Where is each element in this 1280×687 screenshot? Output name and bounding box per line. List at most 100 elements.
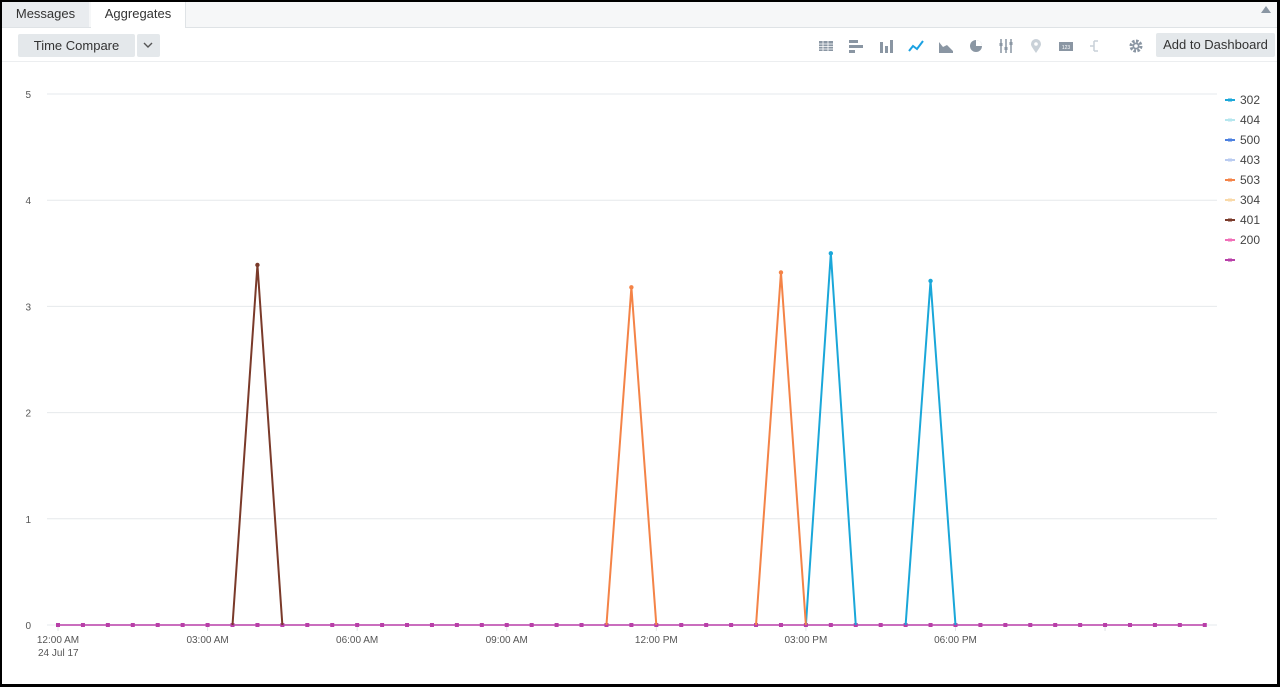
data-point-baseline — [1152, 623, 1157, 627]
area-chart-icon — [939, 42, 953, 53]
legend-item[interactable]: 304 — [1225, 193, 1260, 207]
legend-item[interactable]: 401 — [1225, 213, 1260, 227]
data-point-baseline — [1003, 623, 1008, 627]
collapse-up-icon[interactable] — [1261, 6, 1271, 13]
series-line-503 — [755, 272, 807, 626]
table-icon — [819, 41, 833, 51]
data-point-302 — [828, 251, 834, 256]
data-point-baseline — [878, 623, 883, 627]
data-point-baseline — [679, 623, 684, 627]
data-point-baseline — [1202, 623, 1207, 627]
data-point-baseline — [205, 623, 210, 627]
time-compare-button[interactable]: Time Compare — [18, 34, 135, 57]
legend-label: 304 — [1240, 193, 1260, 207]
legend-label: 302 — [1240, 93, 1260, 107]
box-plot-icon — [999, 39, 1013, 53]
legend-item[interactable]: 403 — [1225, 153, 1260, 167]
data-point-baseline — [80, 623, 85, 627]
line-chart-button[interactable] — [908, 38, 924, 54]
legend-label: 500 — [1240, 133, 1260, 147]
data-point-baseline — [255, 623, 260, 627]
data-point-503 — [629, 285, 634, 290]
data-point-baseline — [1103, 623, 1108, 627]
add-to-dashboard-button[interactable]: Add to Dashboard — [1156, 33, 1275, 57]
y-tick-label: 4 — [25, 196, 31, 207]
data-point-baseline — [429, 623, 434, 627]
series-line-503 — [605, 287, 658, 626]
column-chart-icon — [880, 40, 893, 53]
time-compare-dropdown[interactable] — [137, 34, 160, 57]
legend-item[interactable]: 404 — [1225, 113, 1260, 127]
legend-label: 503 — [1240, 173, 1260, 187]
tab-bar: Messages Aggregates — [2, 2, 1277, 28]
y-tick-label: 1 — [25, 515, 31, 526]
data-point-baseline — [405, 623, 410, 627]
column-chart-button[interactable] — [878, 38, 894, 54]
data-point-503 — [778, 270, 784, 275]
data-point-baseline — [130, 623, 135, 627]
y-tick-label: 3 — [25, 302, 31, 313]
legend-marker — [1228, 238, 1232, 242]
data-point-baseline — [704, 623, 709, 627]
toolbar: Time Compare 123 Add to Dashboard — [2, 28, 1277, 62]
x-tick-label: 03:00 PM — [784, 635, 827, 646]
legend-item[interactable]: 503 — [1225, 173, 1260, 187]
legend-item[interactable]: 302 — [1225, 93, 1260, 107]
data-point-baseline — [778, 623, 783, 627]
data-point-baseline — [978, 623, 983, 627]
pie-chart-button[interactable] — [968, 38, 984, 54]
x-tick-sublabel: 24 Jul 17 — [38, 648, 79, 659]
data-point-baseline — [1028, 623, 1033, 627]
legend-marker — [1228, 138, 1232, 142]
data-point-baseline — [180, 623, 185, 627]
legend-label: 403 — [1240, 153, 1260, 167]
legend-marker — [1228, 158, 1232, 162]
box-plot-button[interactable] — [998, 38, 1014, 54]
data-point-baseline — [629, 623, 634, 627]
data-point-baseline — [1127, 623, 1132, 627]
legend-marker — [1228, 198, 1232, 202]
gear-button[interactable] — [1128, 38, 1144, 54]
x-tick-label: 09:00 AM — [486, 635, 528, 646]
data-point-baseline — [529, 623, 534, 627]
data-point-baseline — [554, 623, 559, 627]
x-tick-label: 06:00 PM — [934, 635, 977, 646]
sankey-button[interactable] — [1088, 38, 1104, 54]
table-button[interactable] — [818, 38, 834, 54]
x-tick-label: 03:00 AM — [186, 635, 228, 646]
legend-item[interactable] — [1225, 258, 1235, 262]
bar-chart-icon — [849, 40, 863, 53]
series-line-401 — [231, 264, 284, 626]
data-point-baseline — [828, 623, 833, 627]
pie-chart-icon — [970, 40, 982, 52]
y-tick-label: 0 — [25, 621, 31, 632]
map-button[interactable] — [1028, 38, 1044, 54]
gear-icon — [1129, 39, 1143, 53]
line-chart-icon — [908, 40, 924, 52]
x-tick-label: 06:00 AM — [336, 635, 378, 646]
tab-messages[interactable]: Messages — [2, 2, 89, 27]
sankey-icon — [1090, 40, 1098, 52]
data-point-baseline — [928, 623, 933, 627]
legend-label: 404 — [1240, 113, 1260, 127]
single-value-button[interactable]: 123 — [1058, 38, 1074, 54]
legend-item[interactable]: 500 — [1225, 133, 1260, 147]
line-chart: 0 1 2 3 4 5 12:00 AM 24 Jul 17 03:00 AM 06:00 AM 0… — [25, 90, 1260, 659]
y-tick-label: 5 — [25, 90, 31, 101]
area-chart-button[interactable] — [938, 38, 954, 54]
legend-item[interactable]: 200 — [1225, 233, 1260, 247]
legend-marker — [1228, 258, 1232, 262]
legend-marker — [1228, 98, 1232, 102]
data-point-baseline — [355, 623, 360, 627]
bar-chart-button[interactable] — [848, 38, 864, 54]
x-tick-label: 12:00 AM — [37, 635, 79, 646]
data-point-baseline — [579, 623, 584, 627]
data-point-baseline — [479, 623, 484, 627]
chevron-down-icon — [143, 42, 153, 48]
tab-aggregates[interactable]: Aggregates — [91, 2, 186, 28]
legend-label: 200 — [1240, 233, 1260, 247]
data-point-baseline — [155, 623, 160, 627]
data-point-baseline — [1078, 623, 1083, 627]
data-point-302 — [928, 278, 933, 284]
legend-marker — [1228, 178, 1232, 182]
